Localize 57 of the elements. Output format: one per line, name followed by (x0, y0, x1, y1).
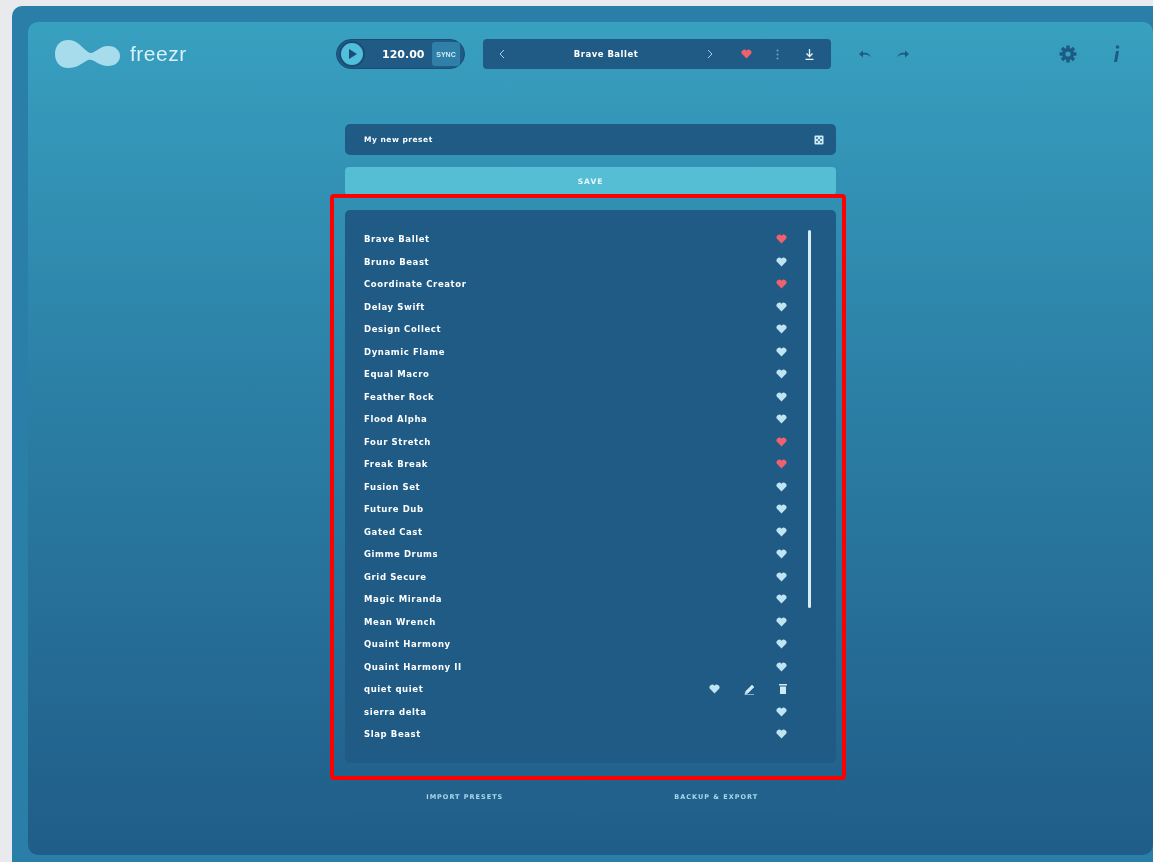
heart-icon[interactable] (776, 729, 787, 740)
preset-item[interactable]: Flood Alpha (364, 414, 776, 425)
preset-item[interactable]: Quaint Harmony (364, 639, 776, 650)
heart-icon[interactable] (776, 391, 787, 402)
preset-item[interactable]: Brave Ballet (364, 234, 776, 245)
preset-item[interactable]: Design Collect (364, 324, 776, 335)
edit-icon[interactable] (744, 683, 755, 695)
heart-icon[interactable] (776, 616, 787, 627)
preset-item[interactable]: Mean Wrench (364, 616, 776, 627)
heart-icon[interactable] (776, 571, 787, 582)
play-icon (347, 49, 357, 59)
preset-item[interactable]: Dynamic Flame (364, 346, 776, 357)
heart-icon[interactable] (776, 324, 787, 335)
heart-icon[interactable] (776, 369, 787, 380)
trash-icon[interactable] (779, 684, 787, 695)
heart-icon[interactable] (776, 481, 787, 492)
preset-item[interactable]: quiet quiet (364, 684, 709, 695)
preset-item[interactable]: Freak Break (364, 459, 776, 470)
dice-icon[interactable] (814, 134, 824, 145)
heart-icon[interactable] (709, 684, 720, 695)
heart-icon[interactable] (776, 706, 787, 717)
preset-item[interactable]: Equal Macro (364, 369, 776, 380)
preset-item[interactable]: Fusion Set (364, 481, 776, 492)
play-button[interactable] (339, 41, 365, 67)
heart-icon[interactable] (776, 346, 787, 357)
preset-item[interactable]: Magic Miranda (364, 594, 776, 605)
preset-item[interactable]: Coordinate Creator (364, 279, 776, 290)
preset-item[interactable]: Grid Secure (364, 571, 776, 582)
preset-item[interactable]: Gimme Drums (364, 549, 776, 560)
heart-icon[interactable] (776, 594, 787, 605)
heart-icon[interactable] (776, 414, 787, 425)
heart-icon[interactable] (776, 526, 787, 537)
settings-icon[interactable] (1059, 45, 1077, 63)
heart-icon[interactable] (776, 504, 787, 515)
preset-item[interactable]: Bruno Beast (364, 256, 776, 267)
preset-item[interactable]: sierra delta (364, 706, 776, 717)
heart-icon[interactable] (776, 301, 787, 312)
preset-item[interactable]: Quaint Harmony II (364, 661, 776, 672)
heart-icon[interactable] (776, 639, 787, 650)
preset-item[interactable]: Delay Swift (364, 301, 776, 312)
tempo-value[interactable]: 120.00 (382, 47, 432, 61)
app-name: freezr (130, 42, 187, 66)
heart-icon[interactable] (776, 256, 787, 267)
more-icon[interactable] (776, 48, 779, 60)
heart-icon[interactable] (776, 661, 787, 672)
preset-item[interactable]: Feather Rock (364, 391, 776, 402)
next-icon[interactable] (707, 49, 713, 59)
preset-item[interactable]: Slap Beast (364, 729, 776, 740)
preset-item[interactable]: Four Stretch (364, 436, 776, 447)
preset-name: Brave Ballet (572, 49, 640, 59)
logo-icon (54, 38, 122, 70)
previous-icon[interactable] (499, 49, 505, 59)
preset-item[interactable]: Future Dub (364, 504, 776, 515)
scrollbar[interactable] (808, 230, 811, 608)
download-icon[interactable] (805, 48, 814, 60)
preset-item[interactable]: Gated Cast (364, 526, 776, 537)
heart-icon[interactable] (776, 549, 787, 560)
